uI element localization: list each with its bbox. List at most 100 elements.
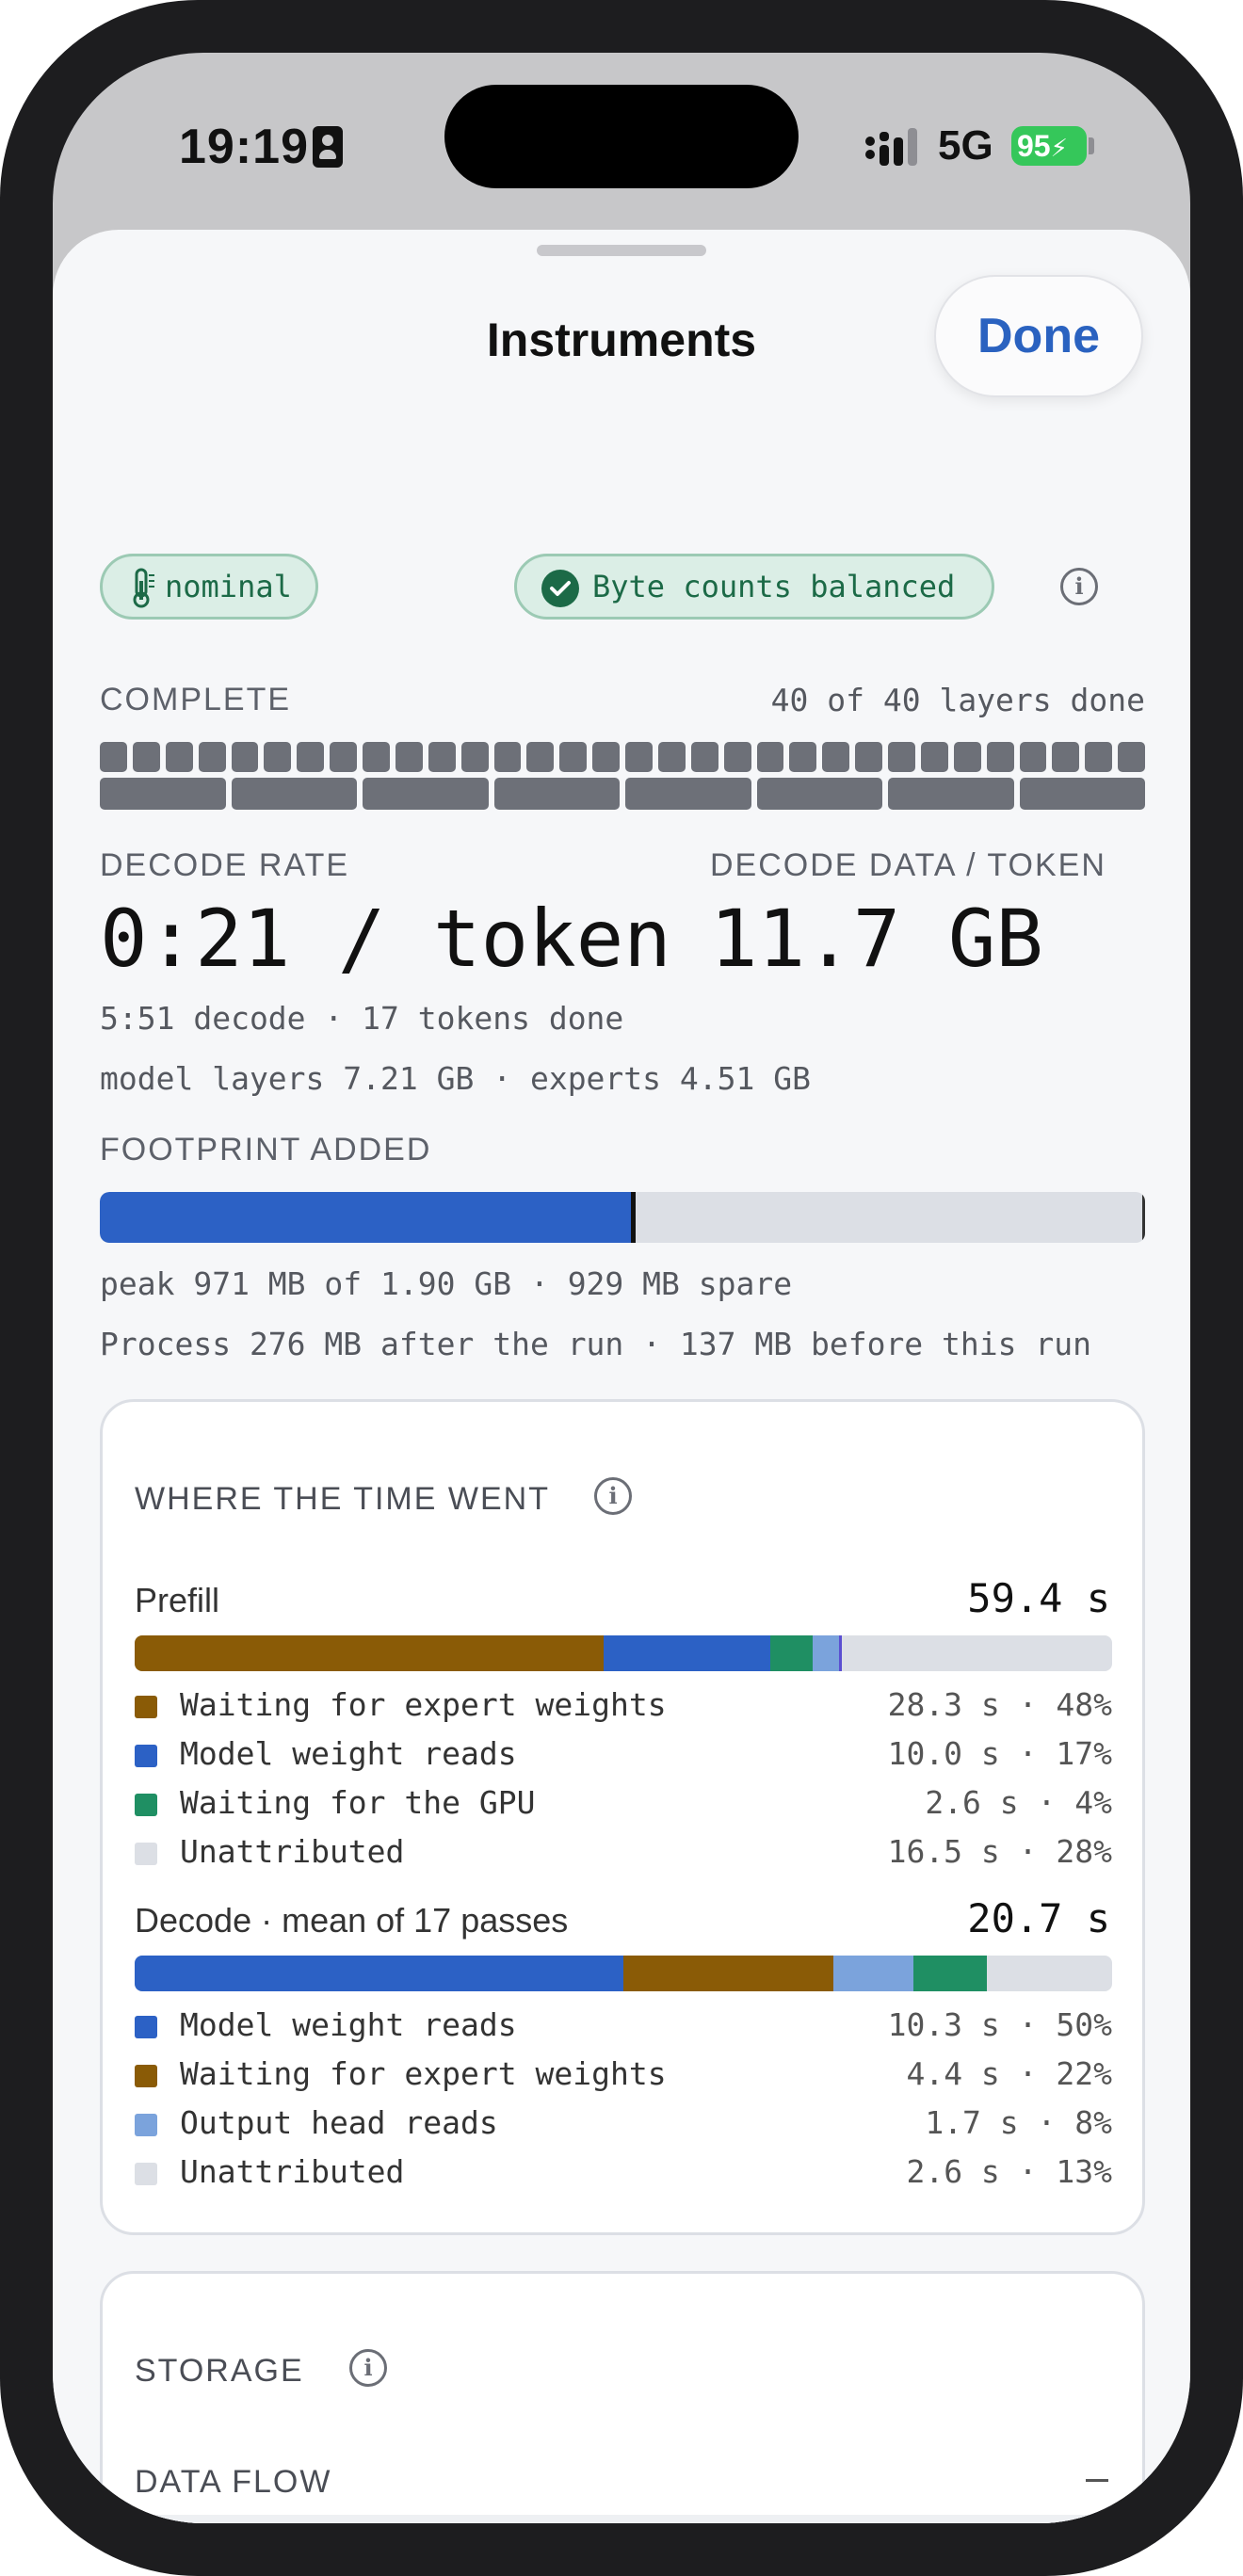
legend-row: Output head reads 1.7 s · 8% (135, 2104, 1112, 2146)
layer-cell (493, 778, 620, 810)
screen: 19:19 5G 95⚡ Instruments Done nominal By… (53, 53, 1190, 2523)
layer-cell (100, 742, 127, 772)
info-icon[interactable]: i (349, 2349, 387, 2387)
dynamic-island (444, 85, 799, 188)
section-total: 20.7 s (967, 1895, 1110, 1941)
layer-cell (395, 742, 423, 772)
layer-progress-grid (100, 742, 1145, 815)
legend-label: Waiting for expert weights (180, 2055, 667, 2092)
layer-cell (756, 778, 882, 810)
footprint-limit-marker (1142, 1192, 1145, 1243)
legend-value: 10.0 s · 17% (887, 1735, 1112, 1772)
time-stack-bar (135, 1635, 1112, 1671)
time-segment (135, 1635, 605, 1671)
battery-icon: 95⚡ (1011, 126, 1087, 166)
decode-rate-label: DECODE RATE (100, 847, 350, 883)
data-flow-label: DATA FLOW (135, 2464, 332, 2500)
status-bar: 19:19 5G 95⚡ (53, 53, 1190, 232)
decode-breakdown: model layers 7.21 GB · experts 4.51 GB (100, 1060, 811, 1097)
legend-swatch (135, 1843, 157, 1865)
time-stack-bar (135, 1956, 1112, 1991)
footprint-process: Process 276 MB after the run · 137 MB be… (100, 1326, 1091, 1362)
layer-cell (1052, 742, 1080, 772)
layer-cell (855, 742, 882, 772)
sheet-grabber[interactable] (537, 245, 706, 256)
layer-cell (330, 742, 357, 772)
legend-swatch (135, 1745, 157, 1767)
info-icon[interactable]: i (594, 1477, 632, 1515)
legend-row: Unattributed 2.6 s · 13% (135, 2153, 1112, 2195)
time-segment (769, 1635, 814, 1671)
minus-icon[interactable] (1086, 2479, 1108, 2482)
layer-cell (559, 742, 588, 772)
legend-label: Output head reads (180, 2104, 498, 2141)
legend-label: Waiting for expert weights (180, 1686, 667, 1723)
legend-swatch (135, 1696, 157, 1718)
legend-value: 1.7 s · 8% (925, 2104, 1112, 2141)
network-label: 5G (938, 122, 993, 169)
legend-value: 28.3 s · 48% (887, 1686, 1112, 1723)
storage-title: STORAGE (135, 2353, 304, 2389)
progress-label: COMPLETE (100, 682, 292, 717)
time-segment (839, 1635, 843, 1671)
layer-cell (723, 742, 751, 772)
legend-label: Unattributed (180, 1833, 405, 1870)
thermal-state-label: nominal (165, 569, 292, 604)
legend-value: 16.5 s · 28% (887, 1833, 1112, 1870)
layer-cell (100, 778, 226, 810)
checkmark-circle-icon (541, 570, 579, 607)
thermometer-icon (133, 568, 154, 608)
legend-label: Waiting for the GPU (180, 1784, 536, 1821)
storage-card: STORAGE i DATA FLOW (100, 2271, 1145, 2523)
decode-data-value: 11.7 GB (710, 893, 1044, 985)
layer-cell (1118, 742, 1145, 772)
layer-cell (165, 742, 193, 772)
status-time: 19:19 (179, 120, 309, 174)
legend-label: Model weight reads (180, 1735, 517, 1772)
layer-cell (888, 742, 915, 772)
layer-cell (1019, 778, 1145, 810)
layer-cell (1019, 742, 1047, 772)
layer-cell (363, 778, 489, 810)
layer-cell (1085, 742, 1113, 772)
byte-balance-badge: Byte counts balanced (514, 554, 994, 620)
time-segment (604, 1635, 770, 1671)
legend-row: Model weight reads 10.0 s · 17% (135, 1735, 1112, 1777)
layer-cell (526, 742, 555, 772)
footprint-bar (100, 1192, 1145, 1243)
progress-detail: 40 of 40 layers done (770, 682, 1145, 718)
layer-cell (132, 742, 160, 772)
phone-frame: 19:19 5G 95⚡ Instruments Done nominal By… (0, 0, 1243, 2576)
legend-row: Waiting for the GPU 2.6 s · 4% (135, 1784, 1112, 1826)
section-total: 59.4 s (967, 1575, 1110, 1621)
layer-cell (822, 742, 850, 772)
legend-swatch (135, 2163, 157, 2185)
layer-cell (460, 742, 489, 772)
layer-cell (625, 778, 751, 810)
layer-cell (297, 742, 325, 772)
time-segment (135, 1956, 623, 1991)
byte-balance-label: Byte counts balanced (592, 569, 956, 604)
layer-cell (428, 742, 456, 772)
id-card-icon (313, 126, 343, 168)
legend-swatch (135, 2065, 157, 2087)
done-button[interactable]: Done (934, 275, 1143, 397)
layer-cell (953, 742, 981, 772)
info-icon[interactable]: i (1060, 568, 1098, 605)
legend-row: Waiting for expert weights 4.4 s · 22% (135, 2055, 1112, 2097)
legend-row: Waiting for expert weights 28.3 s · 48% (135, 1686, 1112, 1728)
footprint-fill (100, 1192, 634, 1243)
section-name: Decode · mean of 17 passes (135, 1901, 569, 1940)
layer-cell (592, 742, 620, 772)
layer-row (100, 778, 1145, 810)
legend-swatch (135, 2114, 157, 2136)
thermal-state-badge: nominal (100, 554, 318, 620)
footprint-peak: peak 971 MB of 1.90 GB · 929 MB spare (100, 1265, 793, 1302)
layer-cell (888, 778, 1014, 810)
layer-cell (920, 742, 948, 772)
layer-cell (264, 742, 292, 772)
decode-summary: 5:51 decode · 17 tokens done (100, 1000, 624, 1037)
legend-label: Model weight reads (180, 2006, 517, 2043)
data-flow-chart (135, 2515, 1112, 2523)
layer-cell (756, 742, 784, 772)
